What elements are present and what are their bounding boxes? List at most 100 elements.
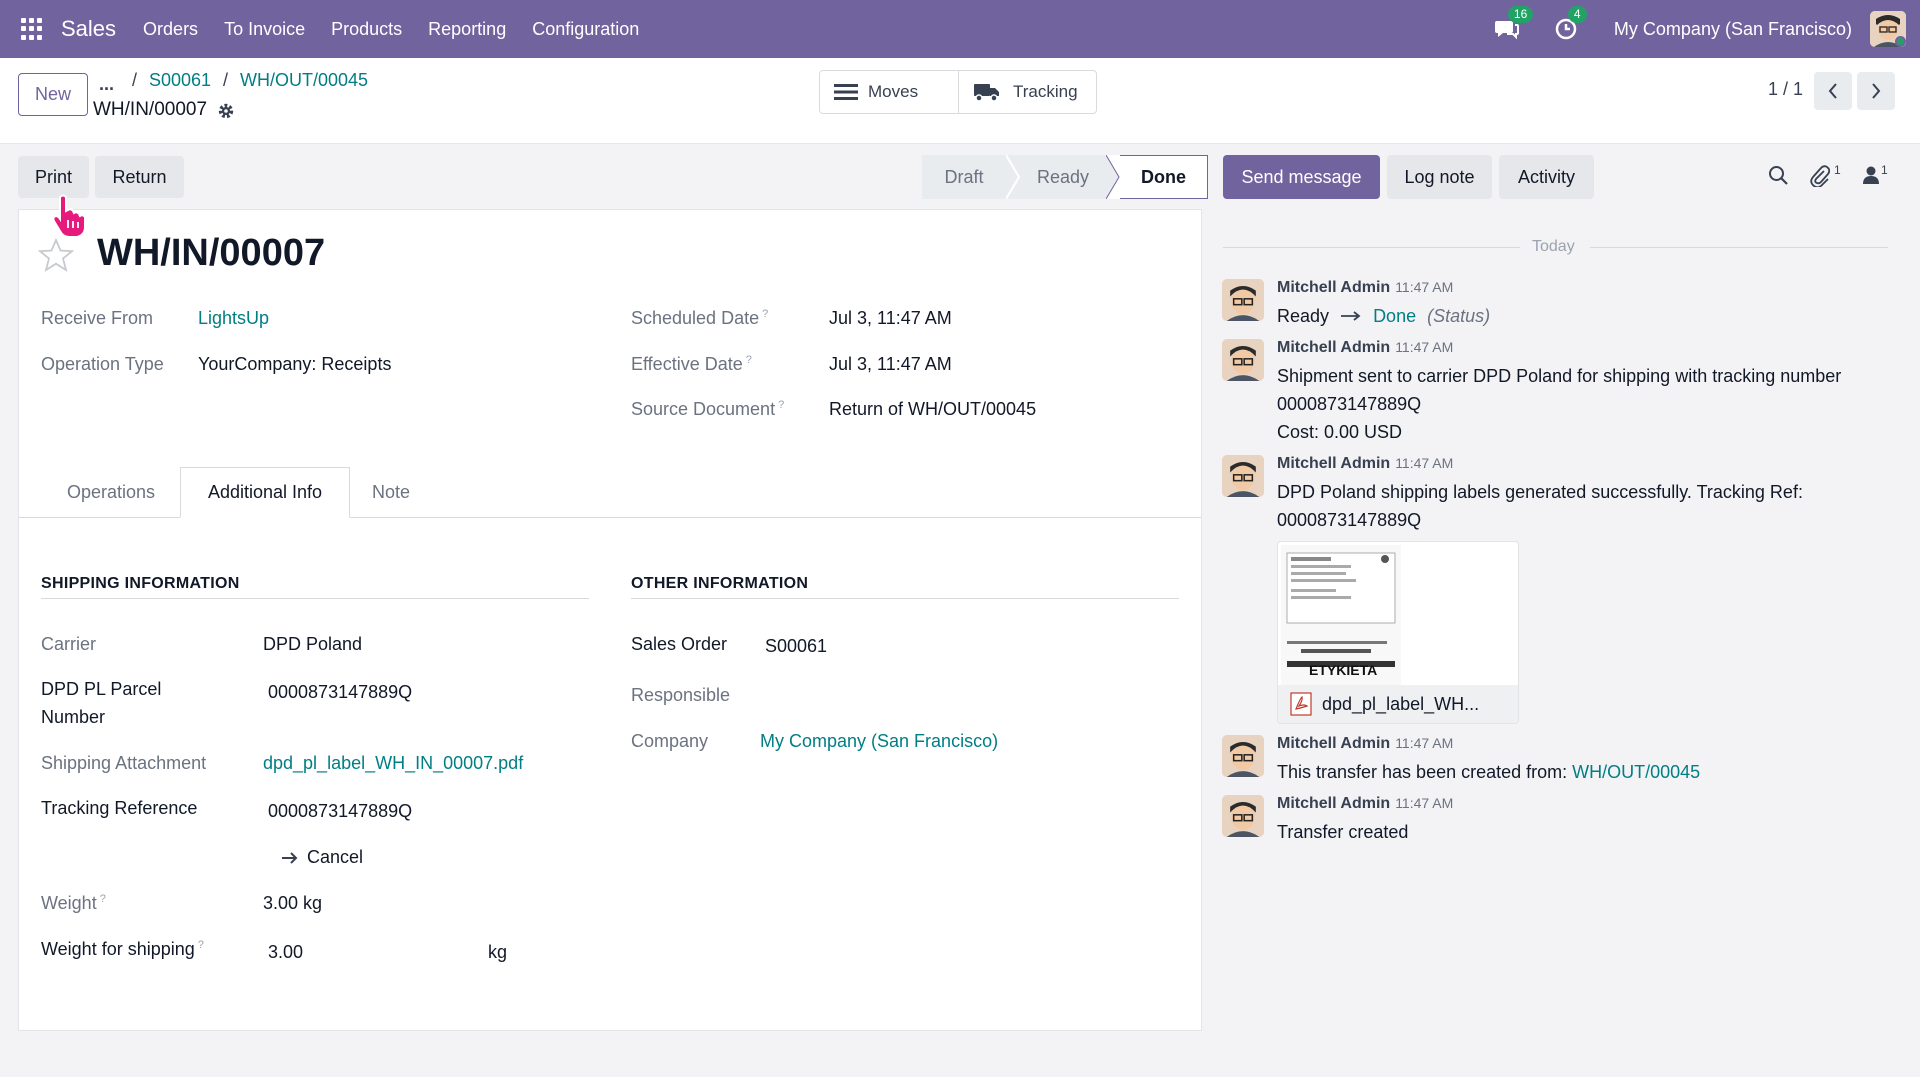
- weight-value: 3.00 kg: [263, 893, 323, 913]
- parcel-number-label-line2: Number: [41, 707, 106, 727]
- source-document-value[interactable]: Return of WH/OUT/00045: [829, 399, 1036, 420]
- company-value[interactable]: My Company (San Francisco): [760, 731, 998, 752]
- menu-to-invoice[interactable]: To Invoice: [224, 19, 305, 40]
- author-avatar[interactable]: [1222, 795, 1264, 837]
- author-avatar[interactable]: [1222, 339, 1264, 381]
- carrier-value[interactable]: DPD Poland: [263, 634, 362, 655]
- message-time: 11:47 AM: [1395, 455, 1454, 471]
- message-author[interactable]: Mitchell Admin 11:47 AM: [1277, 795, 1453, 813]
- shipping-attachment-link[interactable]: dpd_pl_label_WH_IN_00007.pdf: [263, 753, 523, 774]
- message-time: 11:47 AM: [1395, 339, 1454, 355]
- arrow-right-icon: [1341, 311, 1361, 321]
- attachment-thumbnail: ETYKIETA: [1281, 545, 1401, 685]
- pointer-hand-icon: [52, 194, 86, 237]
- breadcrumb-separator: /: [223, 70, 229, 90]
- attachment-card[interactable]: ETYKIETA dpd_pl_label_WH...: [1277, 541, 1519, 724]
- breadcrumb-sale-order[interactable]: S00061: [149, 70, 211, 91]
- status-draft[interactable]: Draft: [922, 155, 1006, 199]
- author-avatar[interactable]: [1222, 735, 1264, 777]
- menu-orders[interactable]: Orders: [143, 19, 198, 40]
- tab-note[interactable]: Note: [350, 467, 432, 518]
- star-icon[interactable]: [37, 237, 75, 277]
- help-tooltip-icon[interactable]: ?: [778, 399, 784, 411]
- message-author[interactable]: Mitchell Admin 11:47 AM: [1277, 279, 1453, 297]
- help-tooltip-icon[interactable]: ?: [198, 939, 204, 951]
- messages-badge: 16: [1507, 6, 1534, 23]
- moves-label: Moves: [868, 82, 919, 101]
- cancel-shipment-button[interactable]: Cancel: [281, 847, 363, 868]
- followers-count: 1: [1881, 163, 1888, 177]
- tracking-reference-label: Tracking Reference: [41, 798, 198, 818]
- messages-icon[interactable]: 16: [1494, 6, 1534, 42]
- sales-order-value[interactable]: S00061: [765, 636, 827, 657]
- list-icon: [834, 84, 858, 100]
- section-divider: [631, 598, 1179, 599]
- moves-smart-button[interactable]: Moves: [820, 71, 958, 113]
- print-button[interactable]: Print: [18, 156, 89, 198]
- status-ready[interactable]: Ready: [1020, 155, 1106, 199]
- effective-date-value: Jul 3, 11:47 AM: [829, 354, 952, 374]
- followers-icon[interactable]: [1862, 165, 1880, 190]
- tracking-reference-value[interactable]: 0000873147889Q: [268, 801, 412, 822]
- form-sheet: [18, 209, 1202, 1031]
- help-tooltip-icon[interactable]: ?: [746, 354, 752, 366]
- message-author[interactable]: Mitchell Admin 11:47 AM: [1277, 339, 1453, 357]
- menu-configuration[interactable]: Configuration: [532, 19, 639, 40]
- scheduled-date-value[interactable]: Jul 3, 11:47 AM: [829, 308, 952, 329]
- parcel-number-label: DPD PL Parcel: [41, 679, 162, 699]
- app-brand[interactable]: Sales: [61, 16, 116, 42]
- weight-shipping-input[interactable]: 3.00: [268, 942, 303, 963]
- menu-products[interactable]: Products: [331, 19, 402, 40]
- help-tooltip-icon[interactable]: ?: [100, 893, 106, 905]
- chevron-right-icon: [1872, 83, 1881, 99]
- parcel-number-value[interactable]: 0000873147889Q: [268, 682, 412, 703]
- new-button[interactable]: New: [18, 73, 88, 116]
- user-avatar[interactable]: [1870, 11, 1906, 47]
- status-done[interactable]: Done: [1120, 155, 1208, 199]
- send-message-button[interactable]: Send message: [1223, 155, 1380, 199]
- receive-from-label: Receive From: [41, 308, 154, 328]
- receive-from-value[interactable]: LightsUp: [198, 308, 269, 329]
- tab-operations[interactable]: Operations: [42, 467, 180, 518]
- paperclip-icon[interactable]: [1810, 165, 1831, 192]
- pager-value[interactable]: 1 / 1: [1768, 79, 1803, 100]
- activities-clock-icon[interactable]: 4: [1554, 6, 1587, 42]
- help-tooltip-icon[interactable]: ?: [762, 308, 768, 320]
- return-button[interactable]: Return: [95, 156, 184, 198]
- operation-type-value[interactable]: YourCompany: Receipts: [198, 354, 391, 375]
- attachments-count: 1: [1834, 163, 1841, 177]
- pager-previous-button[interactable]: [1814, 72, 1852, 110]
- pdf-file-icon: [1290, 692, 1312, 716]
- menu-reporting[interactable]: Reporting: [428, 19, 506, 40]
- apps-menu-icon[interactable]: [21, 18, 43, 40]
- message-body-line: 0000873147889Q: [1277, 510, 1422, 530]
- message-body: Ready Done (Status): [1277, 306, 1491, 326]
- breadcrumb-delivery[interactable]: WH/OUT/00045: [240, 70, 368, 91]
- pager-next-button[interactable]: [1857, 72, 1895, 110]
- top-navbar: Sales Orders To Invoice Products Reporti…: [0, 0, 1920, 58]
- weight-shipping-label: Weight for shipping?: [41, 939, 204, 959]
- current-record-name: WH/IN/00007: [93, 99, 208, 120]
- gear-icon[interactable]: [217, 102, 235, 125]
- tracking-smart-button[interactable]: Tracking: [958, 71, 1096, 113]
- tab-additional-info[interactable]: Additional Info: [180, 467, 350, 518]
- log-note-button[interactable]: Log note: [1387, 155, 1492, 199]
- search-icon[interactable]: [1768, 165, 1789, 191]
- source-transfer-link[interactable]: WH/OUT/00045: [1572, 762, 1700, 782]
- weight-shipping-unit: kg: [488, 942, 508, 962]
- author-avatar[interactable]: [1222, 279, 1264, 321]
- operation-type-label: Operation Type: [41, 354, 164, 374]
- breadcrumb-more[interactable]: ...: [99, 74, 114, 95]
- message-body: DPD Poland shipping labels generated suc…: [1277, 482, 1803, 502]
- status-arrow-divider: [1106, 155, 1120, 199]
- weight-label: Weight?: [41, 893, 106, 913]
- message-author[interactable]: Mitchell Admin 11:47 AM: [1277, 735, 1453, 753]
- activity-button[interactable]: Activity: [1499, 155, 1594, 199]
- message-author[interactable]: Mitchell Admin 11:47 AM: [1277, 455, 1453, 473]
- company-switcher[interactable]: My Company (San Francisco): [1614, 19, 1852, 40]
- company-label: Company: [631, 731, 709, 751]
- arrow-right-icon: [282, 851, 298, 864]
- truck-icon: [974, 84, 999, 102]
- control-panel: New ... / S00061 / WH/OUT/00045 WH/IN/00…: [0, 58, 1920, 144]
- author-avatar[interactable]: [1222, 455, 1264, 497]
